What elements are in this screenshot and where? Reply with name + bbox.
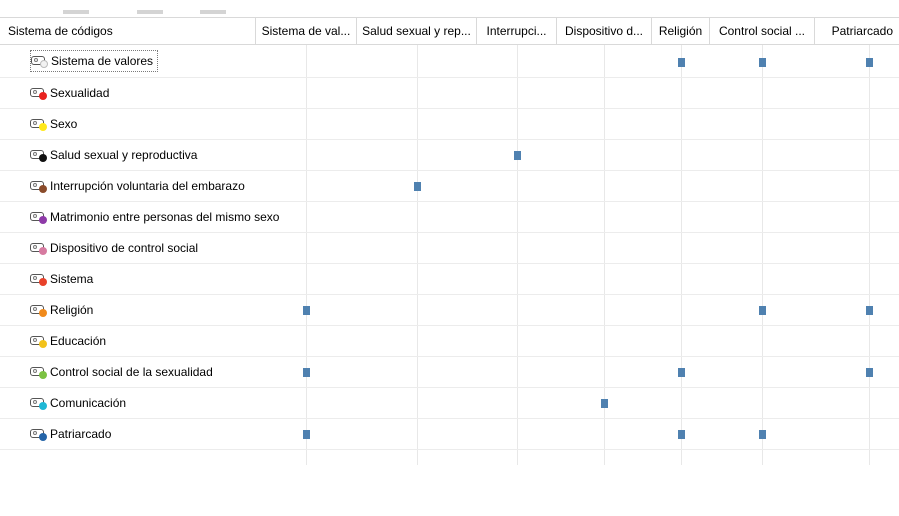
relation-mark[interactable] <box>678 58 685 67</box>
color-dot-icon <box>39 278 47 286</box>
relation-mark[interactable] <box>866 306 873 315</box>
table-row[interactable]: Matrimonio entre personas del mismo sexo <box>0 202 899 233</box>
relation-mark[interactable] <box>414 182 421 191</box>
row-label-text: Matrimonio entre personas del mismo sexo <box>50 210 280 224</box>
row-label[interactable]: Sexualidad <box>30 82 109 104</box>
column-header-4[interactable]: Dispositivo d... <box>557 18 652 45</box>
relation-mark[interactable] <box>303 306 310 315</box>
row-label-text: Educación <box>50 334 107 348</box>
collapsed-tab-3[interactable] <box>200 10 226 14</box>
row-label-text: Control social de la sexualidad <box>50 365 213 379</box>
code-tag-icon <box>30 427 48 441</box>
row-label[interactable]: Salud sexual y reproductiva <box>30 144 197 166</box>
relation-mark[interactable] <box>866 368 873 377</box>
column-header-6[interactable]: Control social ... <box>710 18 815 45</box>
row-label[interactable]: Sistema de valores <box>30 50 159 72</box>
row-label-text: Sistema <box>50 272 94 286</box>
color-dot-icon <box>39 340 47 348</box>
row-label-text: Sexo <box>50 117 78 131</box>
row-label-text: Patriarcado <box>50 427 112 441</box>
color-dot-icon <box>39 247 47 255</box>
row-label[interactable]: Patriarcado <box>30 423 111 445</box>
relation-mark[interactable] <box>759 306 766 315</box>
row-label-text: Religión <box>50 303 94 317</box>
relation-mark[interactable] <box>303 430 310 439</box>
row-label[interactable]: Religión <box>30 299 93 321</box>
collapsed-tab-2[interactable] <box>137 10 163 14</box>
relation-mark[interactable] <box>759 430 766 439</box>
code-tag-icon <box>30 365 48 379</box>
table-row[interactable]: Sistema de valores <box>0 47 899 78</box>
matrix-header: Sistema de códigos Sistema de val... Salu… <box>0 17 899 45</box>
collapsed-tab-1[interactable] <box>63 10 89 14</box>
table-row[interactable]: Patriarcado <box>0 419 899 450</box>
column-header-3[interactable]: Interrupci... <box>477 18 557 45</box>
relation-mark[interactable] <box>759 58 766 67</box>
table-row[interactable]: Sexo <box>0 109 899 140</box>
code-tag-icon <box>30 396 48 410</box>
code-tag-icon <box>31 54 49 68</box>
code-tag-icon <box>30 272 48 286</box>
table-row[interactable]: Sexualidad <box>0 78 899 109</box>
code-tag-icon <box>30 148 48 162</box>
relation-mark[interactable] <box>303 368 310 377</box>
row-label[interactable]: Educación <box>30 330 106 352</box>
color-dot-icon <box>39 123 47 131</box>
row-label-text: Interrupción voluntaria del embarazo <box>50 179 245 193</box>
row-label[interactable]: Dispositivo de control social <box>30 237 198 259</box>
table-row[interactable]: Salud sexual y reproductiva <box>0 140 899 171</box>
color-dot-icon <box>39 309 47 317</box>
color-dot-icon <box>39 92 47 100</box>
row-label[interactable]: Control social de la sexualidad <box>30 361 213 383</box>
top-strip <box>0 0 899 17</box>
code-tag-icon <box>30 303 48 317</box>
column-header-code-system[interactable]: Sistema de códigos <box>0 18 256 45</box>
relation-mark[interactable] <box>514 151 521 160</box>
table-row[interactable]: Sistema <box>0 264 899 295</box>
color-dot-icon <box>39 433 47 441</box>
column-header-2[interactable]: Salud sexual y rep... <box>357 18 477 45</box>
code-tag-icon <box>30 241 48 255</box>
row-label[interactable]: Interrupción voluntaria del embarazo <box>30 175 245 197</box>
code-tag-icon <box>30 117 48 131</box>
color-dot-icon <box>40 60 48 68</box>
row-label[interactable]: Matrimonio entre personas del mismo sexo <box>30 206 279 228</box>
column-header-5[interactable]: Religión <box>652 18 710 45</box>
table-row[interactable]: Control social de la sexualidad <box>0 357 899 388</box>
row-label-text: Sistema de valores <box>51 54 154 68</box>
code-relations-browser: Sistema de códigos Sistema de val... Salu… <box>0 0 899 516</box>
color-dot-icon <box>39 185 47 193</box>
row-label[interactable]: Sexo <box>30 113 77 135</box>
row-label-text: Salud sexual y reproductiva <box>50 148 198 162</box>
row-label[interactable]: Sistema <box>30 268 93 290</box>
relation-mark[interactable] <box>678 430 685 439</box>
table-row[interactable]: Comunicación <box>0 388 899 419</box>
color-dot-icon <box>39 216 47 224</box>
table-row[interactable]: Educación <box>0 326 899 357</box>
code-tag-icon <box>30 210 48 224</box>
table-row[interactable]: Dispositivo de control social <box>0 233 899 264</box>
row-label-text: Dispositivo de control social <box>50 241 199 255</box>
row-label[interactable]: Comunicación <box>30 392 126 414</box>
row-label-text: Sexualidad <box>50 86 110 100</box>
matrix-grid: Sistema de valores Sexualidad Sexo Salud se… <box>0 45 899 516</box>
table-row[interactable]: Interrupción voluntaria del embarazo <box>0 171 899 202</box>
relation-mark[interactable] <box>601 399 608 408</box>
code-tag-icon <box>30 86 48 100</box>
relation-mark[interactable] <box>866 58 873 67</box>
column-header-7[interactable]: Patriarcado <box>815 18 899 45</box>
color-dot-icon <box>39 402 47 410</box>
column-header-1[interactable]: Sistema de val... <box>256 18 357 45</box>
color-dot-icon <box>39 371 47 379</box>
color-dot-icon <box>39 154 47 162</box>
row-label-text: Comunicación <box>50 396 127 410</box>
code-tag-icon <box>30 334 48 348</box>
table-row[interactable]: Religión <box>0 295 899 326</box>
relation-mark[interactable] <box>678 368 685 377</box>
code-tag-icon <box>30 179 48 193</box>
